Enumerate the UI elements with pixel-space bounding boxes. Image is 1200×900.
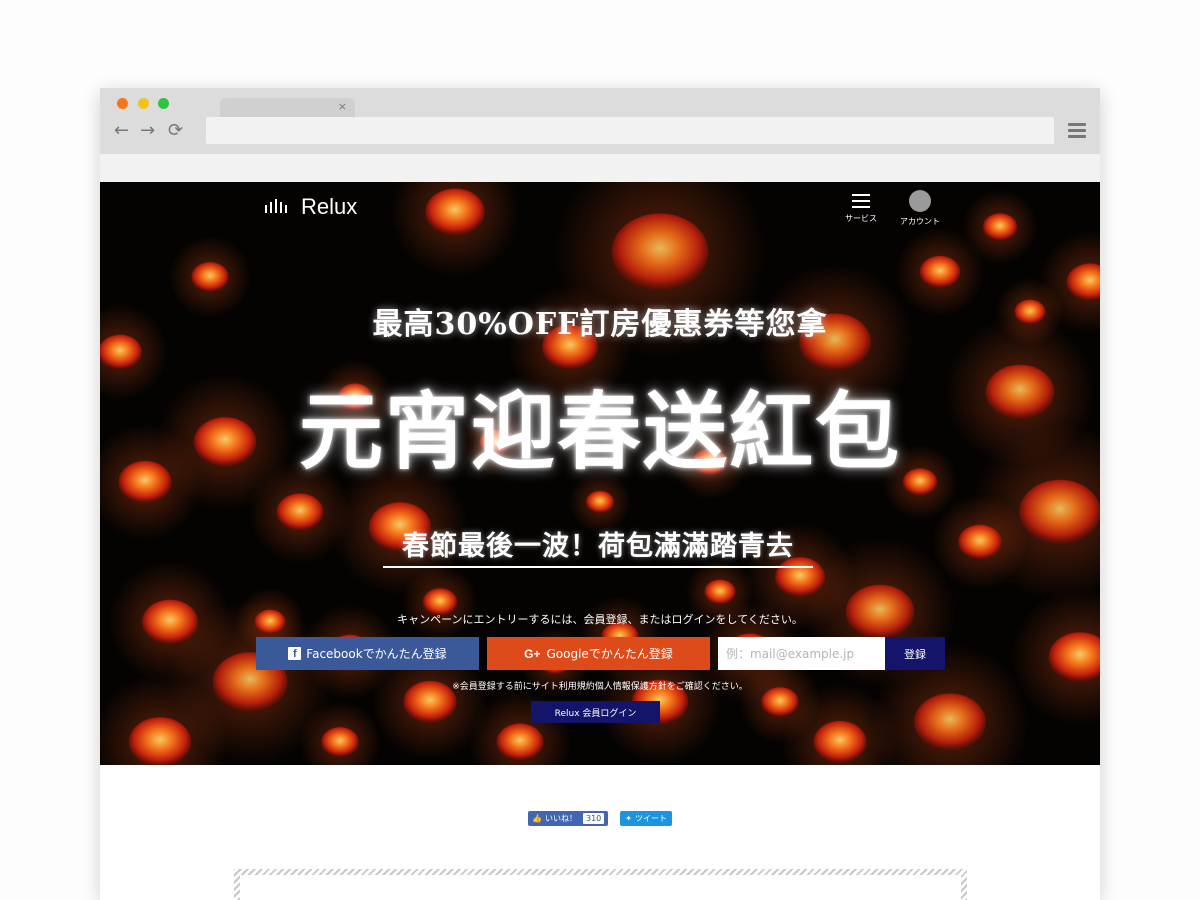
maximize-window-dot[interactable] [158, 98, 169, 109]
tab-close-icon[interactable]: × [338, 101, 347, 113]
facebook-icon: f [288, 647, 302, 660]
account-label: アカウント [900, 217, 940, 226]
browser-window: × ← → ⟳ Relux サービス アカウント 最高30%OFF訂房優惠券等您… [100, 88, 1100, 900]
logo-text: Relux [301, 194, 358, 219]
terms-notice: ※会員登録する前にサイト利用規約個人情報保護方針をご確認ください。 [452, 682, 748, 692]
hamburger-icon [852, 194, 870, 208]
relux-logo-icon [265, 199, 287, 213]
address-bar[interactable] [206, 117, 1054, 144]
forward-icon[interactable]: → [140, 121, 155, 141]
reload-icon[interactable]: ⟳ [168, 121, 183, 141]
register-button[interactable]: 登録 [885, 637, 945, 670]
close-window-dot[interactable] [117, 98, 128, 109]
lantern-2 [611, 213, 709, 291]
google-plus-icon: G+ [524, 646, 541, 661]
hero-subheadline: 最高30%OFF訂房優惠券等您拿 [372, 307, 828, 342]
hero-banner: Relux サービス アカウント 最高30%OFF訂房優惠券等您拿 元宵迎春送紅… [100, 182, 1100, 765]
hero-tagline: 春節最後一波！荷包滿滿踏青去 [402, 531, 794, 562]
lantern-31 [191, 262, 229, 292]
facebook-button-label: Facebookでかんたん登録 [306, 647, 447, 661]
content-frame [234, 869, 967, 900]
social-buttons: 👍 いいね！ 310 ✦ ツイート [100, 811, 1100, 826]
like-count: 310 [582, 813, 605, 824]
twitter-bird-icon: ✦ [625, 814, 632, 823]
facebook-register-button[interactable]: f Facebookでかんたん登録 [256, 637, 479, 670]
lantern-21 [914, 693, 986, 751]
browser-tab[interactable]: × [220, 98, 355, 118]
entry-instruction: キャンペーンにエントリーするには、会員登録、またはログインをしてください。 [397, 613, 803, 626]
account-menu[interactable]: アカウント [900, 190, 940, 227]
lantern-6 [276, 493, 324, 531]
page-top-strip [100, 154, 1100, 182]
relux-logo[interactable]: Relux [265, 194, 357, 220]
back-icon[interactable]: ← [114, 121, 129, 141]
service-menu[interactable]: サービス [845, 190, 877, 224]
lantern-9 [1019, 479, 1100, 545]
lantern-24 [496, 723, 544, 761]
service-label: サービス [845, 214, 877, 223]
lantern-22 [128, 717, 192, 765]
facebook-like-button[interactable]: 👍 いいね！ 310 [528, 811, 609, 826]
lantern-27 [919, 255, 961, 289]
browser-chrome: × ← → ⟳ [100, 88, 1100, 154]
minimize-window-dot[interactable] [138, 98, 149, 109]
lantern-28 [982, 213, 1018, 241]
tagline-underline [383, 566, 813, 568]
browser-menu-icon[interactable] [1068, 123, 1086, 139]
tweet-label: ツイート [634, 814, 667, 823]
google-register-button[interactable]: G+ Googleでかんたん登録 [487, 637, 710, 670]
lantern-39 [321, 727, 359, 757]
avatar-icon [909, 190, 931, 212]
thumbs-up-icon: 👍 [532, 814, 542, 823]
lantern-1 [425, 188, 485, 236]
lantern-41 [585, 490, 615, 514]
email-input[interactable] [718, 637, 885, 670]
google-button-label: Googleでかんたん登録 [546, 647, 673, 661]
lantern-34 [704, 579, 736, 605]
member-login-button[interactable]: Relux 会員ログイン [531, 701, 660, 723]
like-label: いいね！ [544, 814, 577, 823]
tweet-button[interactable]: ✦ ツイート [620, 811, 672, 826]
hero-headline: 元宵迎春送紅包 [298, 382, 901, 481]
lantern-10 [958, 524, 1002, 560]
lantern-23 [813, 720, 867, 764]
